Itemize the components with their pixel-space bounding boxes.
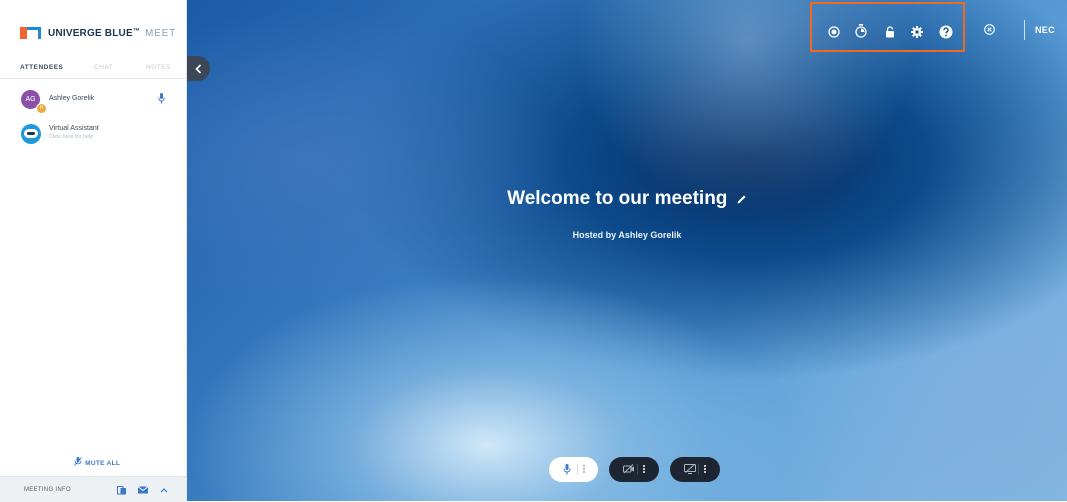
mic-icon[interactable]: [158, 93, 165, 104]
help-icon[interactable]: [939, 25, 953, 39]
assistant-subtitle: Click here for help: [49, 134, 94, 140]
assistant-bot-icon: [21, 124, 41, 144]
tab-attendees[interactable]: ATTENDEES: [20, 64, 63, 71]
camera-off-icon: [623, 464, 634, 474]
mute-all-label: MUTE ALL: [85, 460, 121, 467]
share-options-icon[interactable]: [704, 465, 707, 475]
univerge-logo-icon: [20, 27, 41, 39]
control-separator: [637, 464, 638, 475]
sidebar-tabs: ATTENDEES CHAT NOTES: [0, 60, 186, 79]
mute-all-button[interactable]: MUTE ALL: [74, 457, 120, 467]
meeting-info-bar: MEETING INFO: [0, 476, 186, 502]
header-divider: [1024, 20, 1025, 40]
edit-pencil-icon[interactable]: [736, 194, 747, 205]
chevron-left-icon: [195, 63, 202, 74]
attendee-row[interactable]: AG H Ashley Gorelik: [0, 90, 186, 116]
brand-name: UNIVERGE BLUE™ MEET: [48, 28, 176, 39]
virtual-assistant-row[interactable]: Virtual Assistant Click here for help: [0, 123, 186, 149]
attendee-name: Ashley Gorelik: [49, 95, 95, 102]
camera-options-icon[interactable]: [643, 465, 646, 475]
collapse-sidebar-button[interactable]: [187, 56, 210, 81]
tab-chat[interactable]: CHAT: [94, 64, 113, 71]
email-icon[interactable]: [138, 486, 148, 494]
nec-logo: NEC: [1035, 25, 1055, 35]
timer-icon[interactable]: [855, 24, 867, 38]
screen-share-off-icon: [684, 464, 696, 474]
meeting-app: UNIVERGE BLUE™ MEET ATTENDEES CHAT NOTES…: [0, 0, 1067, 502]
record-icon[interactable]: [828, 26, 840, 38]
meeting-title-row: Welcome to our meeting: [187, 188, 1067, 210]
brand-product: MEET: [145, 27, 177, 39]
mic-options-icon[interactable]: [583, 465, 586, 475]
microphone-icon: [563, 464, 571, 475]
brand-tm: ™: [132, 27, 141, 35]
chevron-up-icon[interactable]: [160, 487, 168, 493]
copy-icon[interactable]: [117, 486, 127, 495]
leave-meeting-icon[interactable]: [984, 24, 995, 35]
meeting-title: Welcome to our meeting: [507, 188, 728, 209]
meeting-info-label[interactable]: MEETING INFO: [24, 487, 71, 493]
brand-logo: UNIVERGE BLUE™ MEET: [20, 26, 176, 40]
gear-icon[interactable]: [911, 26, 923, 38]
header-icons-highlight: [810, 2, 965, 52]
screen-share-button[interactable]: [670, 457, 720, 482]
sidebar: UNIVERGE BLUE™ MEET ATTENDEES CHAT NOTES…: [0, 0, 187, 502]
host-line: Hosted by Ashley Gorelik: [572, 230, 682, 240]
control-separator: [577, 464, 578, 475]
assistant-name: Virtual Assistant: [49, 125, 99, 132]
host-badge-icon: H: [36, 103, 47, 114]
mic-off-icon: [74, 457, 82, 466]
camera-toggle-button[interactable]: [609, 457, 659, 482]
control-separator: [698, 464, 699, 475]
tab-notes[interactable]: NOTES: [146, 64, 171, 71]
lock-icon[interactable]: [884, 26, 896, 38]
brand-name-text: UNIVERGE BLUE: [48, 27, 133, 39]
meeting-stage: Welcome to our meeting Hosted by Ashley …: [187, 0, 1067, 501]
mic-toggle-button[interactable]: [549, 457, 598, 482]
